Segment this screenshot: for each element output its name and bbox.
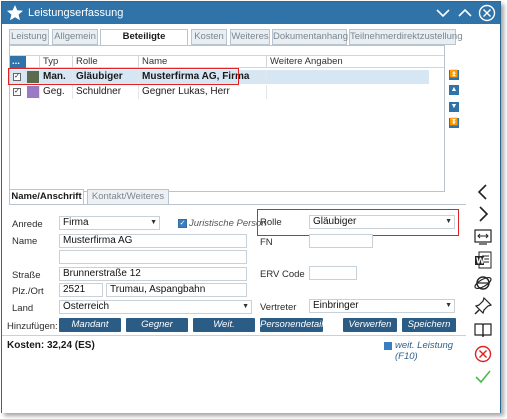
tab-teilnehmerdirektzustellung[interactable]: Teilnehmerdirektzustellung <box>349 29 462 45</box>
star-app-icon <box>7 5 23 21</box>
row-weitere <box>266 85 429 99</box>
form-divider <box>9 204 466 205</box>
land-label: Land <box>12 303 34 314</box>
chevron-down-icon: ▼ <box>242 303 249 310</box>
move-up-icon[interactable]: ▲ <box>449 85 459 95</box>
confirm-check-icon[interactable] <box>473 367 493 387</box>
row-typ: Man. <box>39 70 72 84</box>
kosten-summary: Kosten: 32,24 (ES) <box>7 340 95 351</box>
chevron-down-icon: ▼ <box>445 218 452 225</box>
plz-value: 2521 <box>63 284 86 295</box>
close-window-icon[interactable] <box>478 4 496 22</box>
plz-field[interactable]: 2521 <box>59 283 103 297</box>
persons-grid: ... Typ Rolle Name Weitere Angaben ✓ Man… <box>9 45 445 192</box>
juristische-person-checkbox[interactable]: ✓ <box>178 219 187 228</box>
tab-name-anschrift[interactable]: Name/Anschrift <box>9 189 84 205</box>
rolle-label: Rolle <box>260 217 282 228</box>
strasse-field[interactable]: Brunnerstraße 12 <box>59 267 247 281</box>
strasse-label: Straße <box>12 270 41 281</box>
row-color-swatch <box>27 86 39 98</box>
rolle-value: Gläubiger <box>313 216 357 227</box>
land-value: Österreich <box>63 301 110 312</box>
word-document-icon[interactable]: W <box>473 250 493 270</box>
browser-icon[interactable] <box>473 273 493 293</box>
verwerfen-button[interactable]: Verwerfen <box>343 318 397 332</box>
row-checkbox[interactable]: ✓ <box>13 88 21 96</box>
row-name: Musterfirma AG, Firma <box>138 70 266 84</box>
move-down-icon[interactable]: ▼ <box>449 102 459 112</box>
grid-header-typ[interactable]: Typ <box>39 56 72 68</box>
tab-weiteres[interactable]: Weiteres <box>230 29 270 45</box>
vertreter-select[interactable]: Einbringer ▼ <box>309 299 455 313</box>
tab-dokumentanhang[interactable]: Dokumentanhang <box>272 29 348 45</box>
add-mandant-button[interactable]: Mandant <box>59 318 121 332</box>
ort-value: Trumau, Aspangbahn <box>110 284 206 295</box>
anrede-select[interactable]: Firma ▼ <box>59 216 160 230</box>
maximize-chevron-icon[interactable] <box>456 4 474 22</box>
speichern-button[interactable]: Speichern <box>402 318 456 332</box>
window-title: Leistungserfassung <box>28 7 124 19</box>
strasse-value: Brunnerstraße 12 <box>63 268 141 279</box>
vertreter-value: Einbringer <box>313 300 359 311</box>
name-label: Name <box>12 236 38 247</box>
grid-header-rolle[interactable]: Rolle <box>72 56 138 68</box>
row-checkbox[interactable]: ✓ <box>13 73 21 81</box>
fn-field[interactable] <box>309 234 373 248</box>
name-field[interactable]: Musterfirma AG <box>59 234 247 248</box>
land-select[interactable]: Österreich ▼ <box>59 300 252 314</box>
erv-code-label: ERV Code <box>260 269 305 280</box>
anrede-value: Firma <box>63 217 89 228</box>
tab-leistung[interactable]: Leistung <box>9 29 49 45</box>
right-toolbar: W <box>466 24 500 413</box>
grid-header-menu[interactable]: ... <box>10 56 26 68</box>
anrede-label: Anrede <box>12 219 43 230</box>
cancel-icon[interactable] <box>473 344 493 364</box>
move-bottom-icon[interactable]: ⏬ <box>449 118 459 128</box>
weit-leistung-label[interactable]: weit. Leistung (F10) <box>395 340 466 362</box>
name2-field[interactable] <box>59 250 247 264</box>
row-name: Gegner Lukas, Herr <box>138 85 266 99</box>
tab-beteiligte-personen[interactable]: Beteiligte Personen <box>100 29 188 56</box>
tab-kosten[interactable]: Kosten <box>191 29 227 45</box>
vertreter-label: Vertreter <box>260 302 297 313</box>
hinzufuegen-label: Hinzufügen: <box>7 321 58 332</box>
grid-header-name[interactable]: Name <box>138 56 266 68</box>
row-rolle: Schuldner <box>72 85 138 99</box>
book-icon[interactable] <box>473 320 493 340</box>
chevron-left-icon[interactable] <box>473 182 493 202</box>
name-value: Musterfirma AG <box>63 235 133 246</box>
chevron-down-icon: ▼ <box>445 302 452 309</box>
weit-leistung-checkbox[interactable] <box>384 342 392 350</box>
tab-allgemein[interactable]: Allgemein <box>52 29 98 45</box>
plz-ort-label: Plz./Ort <box>12 286 44 297</box>
rolle-select[interactable]: Gläubiger ▼ <box>309 215 455 229</box>
erv-code-field[interactable] <box>309 266 357 280</box>
row-color-swatch <box>27 71 39 83</box>
add-weit-beteiligte-button[interactable]: Weit. Beteiligte <box>193 318 255 344</box>
move-top-icon[interactable]: ⏫ <box>449 70 459 80</box>
fit-width-icon[interactable] <box>473 227 493 247</box>
title-bar: Leistungserfassung <box>2 2 500 24</box>
row-rolle: Gläubiger <box>72 70 138 84</box>
leistungserfassung-window: Leistungserfassung Leistung Allgemein Be… <box>1 1 501 413</box>
chevron-right-icon[interactable] <box>473 204 493 224</box>
grid-header: ... Typ Rolle Name Weitere Angaben <box>10 55 444 68</box>
row-weitere <box>266 70 429 84</box>
minimize-chevron-icon[interactable] <box>434 4 452 22</box>
grid-header-weitere-angaben[interactable]: Weitere Angaben <box>266 56 429 68</box>
chevron-down-icon: ▼ <box>150 219 157 226</box>
personendetails-button[interactable]: Personendetails <box>260 318 328 332</box>
svg-text:W: W <box>476 257 485 266</box>
row-typ: Geg. <box>39 85 72 99</box>
fn-label: FN <box>260 237 273 248</box>
status-divider <box>2 335 466 336</box>
ort-field[interactable]: Trumau, Aspangbahn <box>106 283 247 297</box>
add-gegner-button[interactable]: Gegner <box>126 318 188 332</box>
table-row[interactable]: ✓ Man. Gläubiger Musterfirma AG, Firma <box>10 70 429 84</box>
tab-kontakt-weiteres[interactable]: Kontakt/Weiteres <box>87 189 169 205</box>
table-row[interactable]: ✓ Geg. Schuldner Gegner Lukas, Herr <box>10 85 429 99</box>
pin-icon[interactable] <box>473 296 493 316</box>
juristische-person-label: Juristische Person <box>189 218 267 229</box>
main-content: Leistung Allgemein Beteiligte Personen K… <box>2 24 466 413</box>
